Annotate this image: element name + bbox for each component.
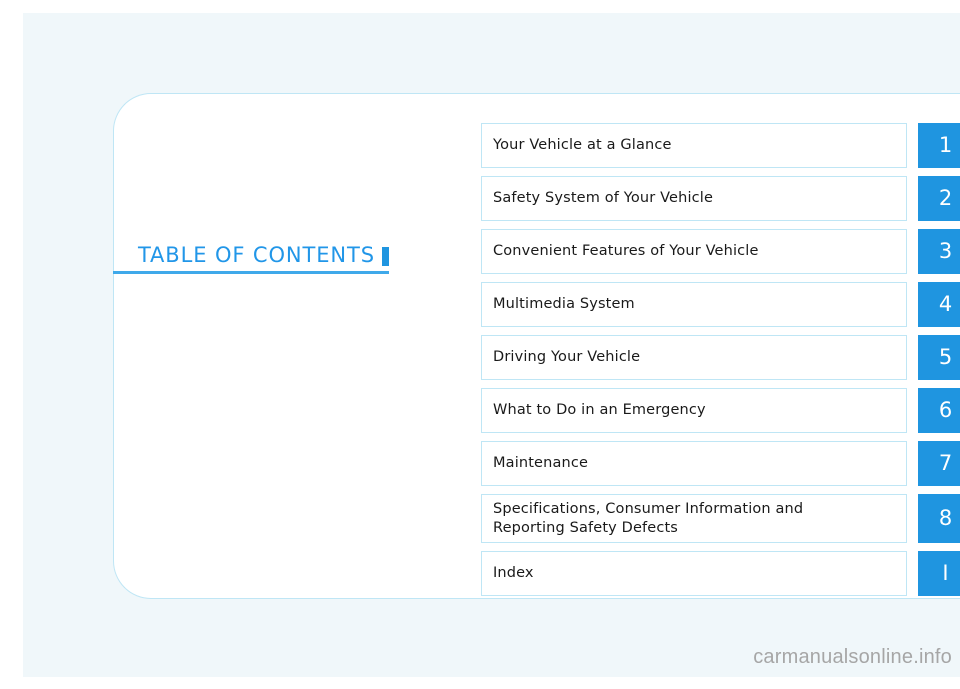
toc-row[interactable]: What to Do in an Emergency 6 — [481, 388, 960, 433]
table-of-contents-list: Your Vehicle at a Glance 1 Safety System… — [481, 123, 960, 596]
toc-entry-label[interactable]: What to Do in an Emergency — [481, 388, 907, 433]
toc-entry-number[interactable]: 7 — [918, 441, 960, 486]
toc-row[interactable]: Index I — [481, 551, 960, 596]
page-title: TABLE OF CONTENTS — [137, 243, 375, 267]
toc-entry-number[interactable]: 6 — [918, 388, 960, 433]
toc-entry-line1: Index — [493, 565, 534, 581]
heading-marker-icon — [382, 247, 389, 266]
toc-entry-line1: Safety System of Your Vehicle — [493, 190, 714, 206]
site-watermark: carmanualsonline.info — [753, 646, 952, 668]
toc-entry-number[interactable]: 3 — [918, 229, 960, 274]
toc-entry-number[interactable]: 5 — [918, 335, 960, 380]
toc-row[interactable]: Convenient Features of Your Vehicle 3 — [481, 229, 960, 274]
toc-row[interactable]: Multimedia System 4 — [481, 282, 960, 327]
toc-entry-label[interactable]: Multimedia System — [481, 282, 907, 327]
toc-entry-number[interactable]: 2 — [918, 176, 960, 221]
toc-row[interactable]: Safety System of Your Vehicle 2 — [481, 176, 960, 221]
manual-page: TABLE OF CONTENTS Your Vehicle at a Glan… — [23, 13, 960, 677]
toc-entry-line1: Specifications, Consumer Information and — [493, 500, 804, 517]
heading-row: TABLE OF CONTENTS — [113, 243, 389, 267]
toc-entry-label[interactable]: Convenient Features of Your Vehicle — [481, 229, 907, 274]
toc-entry-number[interactable]: 8 — [918, 494, 960, 543]
toc-entry-label[interactable]: Your Vehicle at a Glance — [481, 123, 907, 168]
toc-entry-line1: Your Vehicle at a Glance — [493, 137, 672, 153]
toc-entry-line1: Multimedia System — [493, 296, 635, 312]
toc-entry-label[interactable]: Specifications, Consumer Information and… — [481, 494, 907, 543]
toc-entry-number[interactable]: 4 — [918, 282, 960, 327]
toc-entry-line1: Maintenance — [493, 455, 589, 471]
toc-row[interactable]: Driving Your Vehicle 5 — [481, 335, 960, 380]
toc-entry-line1: Convenient Features of Your Vehicle — [493, 243, 759, 259]
toc-row[interactable]: Your Vehicle at a Glance 1 — [481, 123, 960, 168]
toc-entry-line1: Driving Your Vehicle — [493, 349, 641, 365]
toc-entry-label[interactable]: Maintenance — [481, 441, 907, 486]
toc-entry-label[interactable]: Safety System of Your Vehicle — [481, 176, 907, 221]
toc-row[interactable]: Specifications, Consumer Information and… — [481, 494, 960, 543]
toc-entry-number[interactable]: 1 — [918, 123, 960, 168]
toc-entry-line1: What to Do in an Emergency — [493, 402, 706, 418]
toc-entry-number[interactable]: I — [918, 551, 960, 596]
table-of-contents-heading: TABLE OF CONTENTS — [113, 243, 389, 274]
toc-entry-label[interactable]: Index — [481, 551, 907, 596]
heading-underline — [113, 271, 389, 274]
toc-row[interactable]: Maintenance 7 — [481, 441, 960, 486]
toc-entry-label[interactable]: Driving Your Vehicle — [481, 335, 907, 380]
toc-entry-line2: Reporting Safety Defects — [493, 519, 679, 536]
